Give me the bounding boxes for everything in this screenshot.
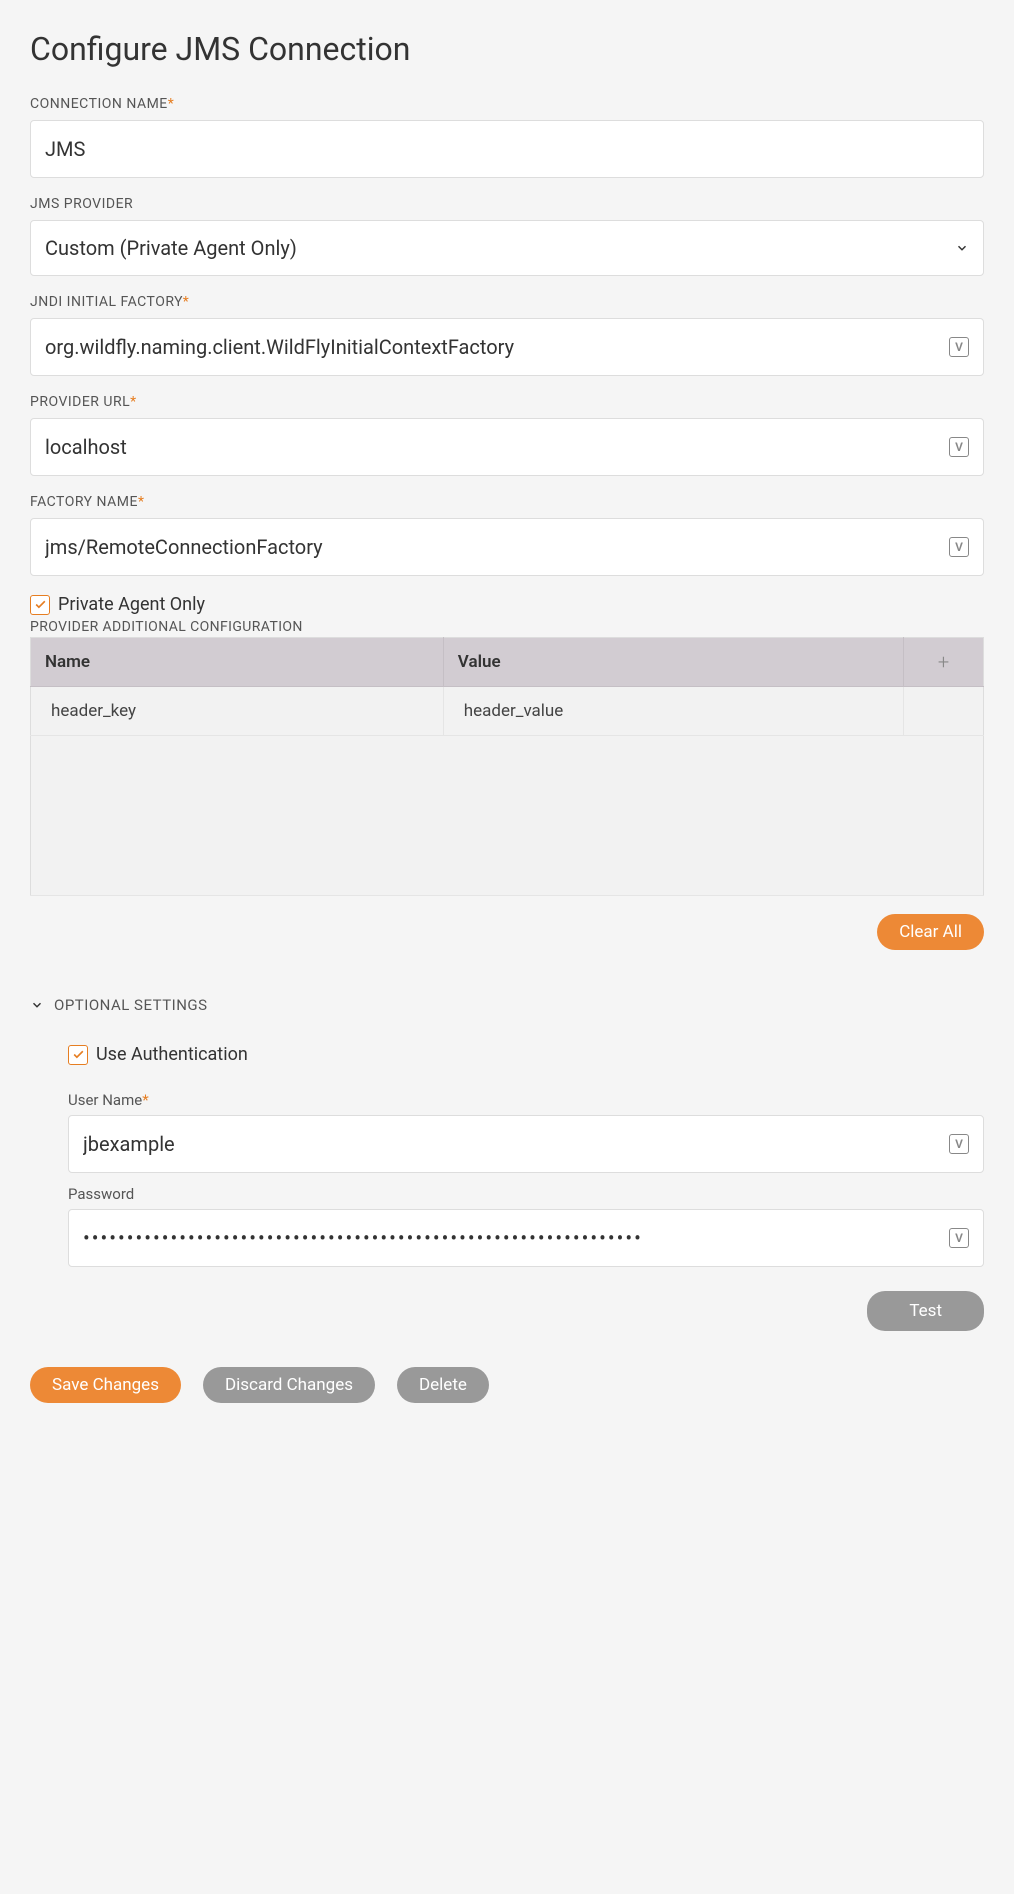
- test-row: Test: [68, 1291, 984, 1331]
- cell-value: header_value: [443, 687, 903, 736]
- table-row[interactable]: header_key header_value: [31, 687, 984, 736]
- field-jndi-factory: JNDI INITIAL FACTORY* V: [30, 294, 984, 376]
- label-connection-name: CONNECTION NAME*: [30, 96, 984, 112]
- private-agent-label: Private Agent Only: [58, 594, 205, 615]
- label-text: CONNECTION NAME: [30, 96, 168, 112]
- plus-icon: +: [938, 650, 949, 674]
- label-text: JNDI INITIAL FACTORY: [30, 294, 183, 310]
- clear-all-row: Clear All: [30, 914, 984, 950]
- factory-name-input[interactable]: [45, 535, 941, 559]
- connection-name-input[interactable]: [45, 137, 969, 161]
- field-provider-url: PROVIDER URL* V: [30, 394, 984, 476]
- provider-url-input[interactable]: [45, 435, 941, 459]
- jndi-factory-input[interactable]: [45, 335, 941, 359]
- provider-table-caption: PROVIDER ADDITIONAL CONFIGURATION: [30, 619, 984, 635]
- label-password: Password: [68, 1185, 984, 1203]
- discard-button[interactable]: Discard Changes: [203, 1367, 375, 1403]
- label-text: FACTORY NAME: [30, 494, 138, 510]
- cell-actions: [904, 687, 984, 736]
- required-asterisk: *: [142, 1091, 148, 1109]
- variable-icon[interactable]: V: [949, 1228, 969, 1248]
- variable-icon[interactable]: V: [949, 337, 969, 357]
- check-icon: [34, 598, 47, 611]
- variable-icon[interactable]: V: [949, 437, 969, 457]
- delete-button[interactable]: Delete: [397, 1367, 489, 1403]
- use-auth-checkbox[interactable]: [68, 1045, 88, 1065]
- cell-name: header_key: [31, 687, 444, 736]
- username-input[interactable]: [83, 1132, 941, 1156]
- test-button[interactable]: Test: [867, 1291, 984, 1331]
- provider-config-table: Name Value + header_key header_value: [30, 637, 984, 896]
- use-auth-row: Use Authentication: [68, 1044, 984, 1065]
- field-jms-provider: JMS PROVIDER Custom (Private Agent Only): [30, 196, 984, 276]
- input-wrap-username: V: [68, 1115, 984, 1173]
- private-agent-row: Private Agent Only: [30, 594, 984, 615]
- label-factory-name: FACTORY NAME*: [30, 494, 984, 510]
- field-username: User Name* V: [68, 1091, 984, 1173]
- chevron-down-icon: [30, 998, 44, 1012]
- required-asterisk: *: [138, 494, 145, 510]
- required-asterisk: *: [168, 96, 175, 112]
- private-agent-checkbox[interactable]: [30, 595, 50, 615]
- table-spacer: [31, 736, 984, 896]
- jms-provider-select[interactable]: Custom (Private Agent Only): [30, 220, 984, 276]
- optional-settings-label: OPTIONAL SETTINGS: [54, 996, 208, 1014]
- input-wrap-jndi: V: [30, 318, 984, 376]
- label-text: User Name: [68, 1091, 142, 1109]
- input-wrap-provider-url: V: [30, 418, 984, 476]
- field-connection-name: CONNECTION NAME*: [30, 96, 984, 178]
- table-header-add[interactable]: +: [904, 638, 984, 687]
- use-auth-label: Use Authentication: [96, 1044, 248, 1065]
- label-text: PROVIDER URL: [30, 394, 130, 410]
- variable-icon[interactable]: V: [949, 537, 969, 557]
- input-wrap-password: V: [68, 1209, 984, 1267]
- chevron-down-icon: [955, 241, 969, 255]
- check-icon: [72, 1048, 85, 1061]
- label-provider-url: PROVIDER URL*: [30, 394, 984, 410]
- required-asterisk: *: [130, 394, 137, 410]
- label-username: User Name*: [68, 1091, 984, 1109]
- required-asterisk: *: [183, 294, 190, 310]
- label-jms-provider: JMS PROVIDER: [30, 196, 984, 212]
- input-wrap-factory-name: V: [30, 518, 984, 576]
- password-input[interactable]: [83, 1226, 941, 1250]
- variable-icon[interactable]: V: [949, 1134, 969, 1154]
- field-password: Password V: [68, 1185, 984, 1267]
- save-button[interactable]: Save Changes: [30, 1367, 181, 1403]
- optional-settings-block: Use Authentication User Name* V Password…: [30, 1044, 984, 1331]
- jms-provider-value: Custom (Private Agent Only): [45, 236, 955, 260]
- table-header-value: Value: [443, 638, 903, 687]
- field-factory-name: FACTORY NAME* V: [30, 494, 984, 576]
- page-title: Configure JMS Connection: [30, 30, 984, 68]
- clear-all-button[interactable]: Clear All: [877, 914, 984, 950]
- bottom-actions: Save Changes Discard Changes Delete: [30, 1367, 984, 1403]
- input-wrap-connection-name: [30, 120, 984, 178]
- label-jndi-factory: JNDI INITIAL FACTORY*: [30, 294, 984, 310]
- table-header-name: Name: [31, 638, 444, 687]
- optional-settings-toggle[interactable]: OPTIONAL SETTINGS: [30, 990, 984, 1020]
